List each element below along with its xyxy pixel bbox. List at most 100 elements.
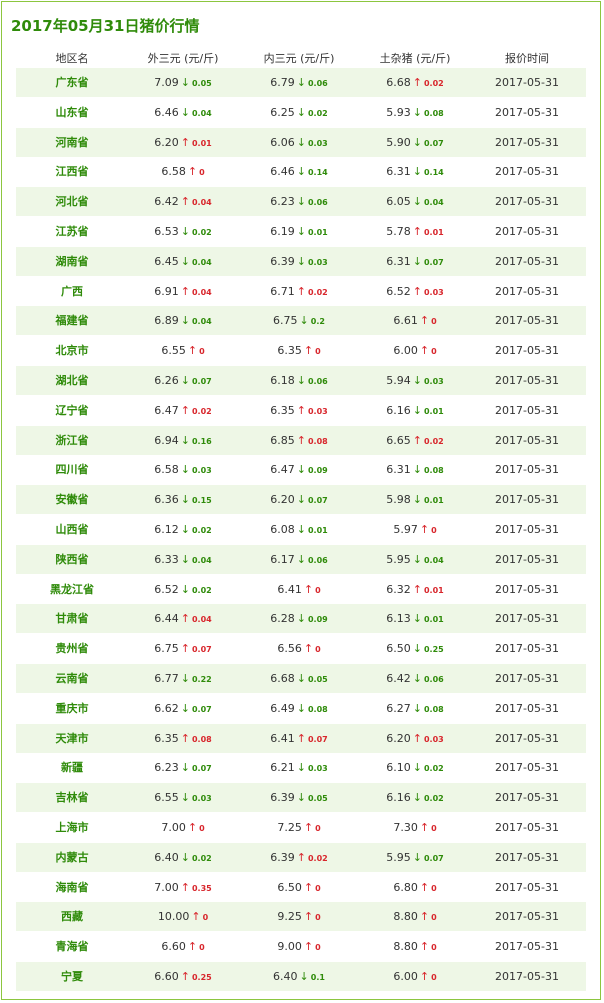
date-cell: 2017-05-31	[495, 135, 559, 149]
price-change: 0.05	[191, 79, 212, 88]
table-row: 重庆市 6.62 ↓ 0.07 6.49 ↓ 0.08 6.27 ↓ 0.08 2017-05-31	[16, 694, 586, 723]
region-cell[interactable]: 云南省	[56, 664, 89, 693]
price-value: 6.80	[393, 880, 418, 894]
table-row: 四川省 6.58 ↓ 0.03 6.47 ↓ 0.09 6.31 ↓ 0.08 2017-05-31	[16, 455, 586, 484]
region-cell[interactable]: 河南省	[56, 128, 89, 157]
region-cell[interactable]: 贵州省	[56, 634, 89, 663]
down-arrow-icon: ↓	[180, 105, 190, 119]
column-header-waisanyuan: 外三元 (元/斤)	[147, 52, 219, 65]
down-arrow-icon: ↓	[412, 463, 422, 477]
date-cell: 2017-05-31	[495, 821, 559, 834]
price-value: 6.47	[154, 403, 179, 417]
price-change: 0.01	[423, 496, 444, 506]
table-row: 山东省 6.46 ↓ 0.04 6.25 ↓ 0.02 5.93 ↓ 0.08 2017-05-31	[16, 98, 586, 127]
table-row: 内蒙古 6.40 ↓ 0.02 6.39 ↑ 0.02 5.95 ↓ 0.07 2017-05-31	[16, 842, 586, 872]
up-arrow-icon: ↑	[296, 731, 306, 745]
price-change: 0.02	[307, 108, 328, 118]
price-cell: 6.46 ↓ 0.04	[154, 98, 211, 127]
price-change: 0.02	[423, 436, 444, 446]
region-cell[interactable]: 海南省	[56, 873, 89, 902]
region-cell[interactable]: 安徽省	[56, 485, 89, 514]
price-value: 6.18	[270, 374, 295, 387]
region-cell[interactable]: 宁夏	[61, 962, 83, 991]
region-cell[interactable]: 辽宁省	[56, 396, 89, 425]
price-cell: 7.00 ↑ 0	[161, 813, 204, 842]
price-change: 0.02	[423, 764, 444, 774]
region-cell[interactable]: 陕西省	[56, 545, 89, 574]
price-value: 5.94	[386, 374, 411, 387]
price-cell: 10.00 ↑ 0	[158, 902, 208, 931]
region-cell[interactable]: 甘肃省	[56, 604, 89, 633]
down-arrow-icon: ↓	[296, 76, 306, 89]
table-row: 河北省 6.42 ↑ 0.04 6.23 ↓ 0.06 6.05 ↓ 0.04 2017-05-31	[16, 187, 586, 217]
date-cell: 2017-05-31	[495, 374, 559, 387]
region-cell[interactable]: 江苏省	[56, 217, 89, 246]
region-cell[interactable]: 西藏	[61, 902, 83, 931]
table-row: 陕西省 6.33 ↓ 0.04 6.17 ↓ 0.06 5.95 ↓ 0.04 2017-05-31	[16, 544, 586, 574]
price-change: 0.07	[423, 138, 444, 148]
price-cell: 6.47 ↑ 0.02	[154, 396, 211, 425]
region-cell[interactable]: 广西	[61, 277, 83, 306]
date-cell: 2017-05-31	[495, 701, 559, 715]
price-value: 6.68	[270, 672, 295, 685]
price-cell: 6.20 ↑ 0.01	[154, 128, 211, 157]
region-cell[interactable]: 四川省	[56, 455, 89, 484]
price-value: 6.46	[270, 165, 295, 179]
price-change: 0.08	[307, 436, 328, 446]
region-cell[interactable]: 内蒙古	[56, 843, 89, 872]
region-cell[interactable]: 广东省	[56, 68, 89, 97]
table-row: 云南省 6.77 ↓ 0.22 6.68 ↓ 0.05 6.42 ↓ 0.06 2017-05-31	[16, 664, 586, 693]
price-change: 0.07	[423, 853, 444, 863]
price-cell: 6.23 ↓ 0.07	[154, 753, 211, 782]
region-cell[interactable]: 湖南省	[56, 247, 89, 276]
price-value: 6.35	[277, 344, 302, 358]
price-cell: 6.49 ↓ 0.08	[270, 694, 327, 723]
region-cell[interactable]: 黑龙江省	[50, 575, 94, 604]
price-cell: 7.09 ↓ 0.05	[154, 68, 211, 97]
region-cell[interactable]: 湖北省	[56, 366, 89, 395]
region-cell[interactable]: 山东省	[56, 98, 89, 127]
price-change: 0.05	[307, 675, 328, 684]
region-cell[interactable]: 北京市	[56, 336, 89, 365]
region-cell[interactable]: 重庆市	[56, 694, 89, 723]
up-arrow-icon: ↑	[180, 195, 190, 209]
price-value: 6.23	[154, 761, 179, 775]
price-cell: 5.94 ↓ 0.03	[386, 366, 443, 395]
price-change: 0	[431, 943, 437, 953]
price-value: 6.52	[154, 582, 179, 596]
price-change: 0	[315, 645, 321, 655]
region-cell[interactable]: 江西省	[56, 157, 89, 186]
region-cell[interactable]: 吉林省	[56, 783, 89, 812]
price-value: 6.20	[154, 135, 179, 149]
up-arrow-icon: ↑	[180, 880, 190, 894]
region-cell[interactable]: 浙江省	[56, 426, 89, 455]
down-arrow-icon: ↓	[180, 552, 190, 566]
region-cell[interactable]: 山西省	[56, 515, 89, 544]
price-cell: 6.42 ↑ 0.04	[154, 187, 211, 216]
up-arrow-icon: ↑	[187, 821, 198, 834]
region-cell[interactable]: 河北省	[56, 187, 89, 216]
price-cell: 6.47 ↓ 0.09	[270, 455, 327, 484]
price-value: 5.78	[386, 225, 411, 238]
down-arrow-icon: ↓	[412, 552, 422, 566]
price-value: 6.58	[161, 165, 186, 179]
price-cell: 6.91 ↑ 0.04	[154, 277, 211, 306]
region-cell[interactable]: 青海省	[56, 932, 89, 961]
region-cell[interactable]: 天津市	[56, 724, 89, 753]
down-arrow-icon: ↓	[180, 225, 190, 238]
table-row: 黑龙江省 6.52 ↓ 0.02 6.41 ↑ 0 6.32 ↑ 0.01 2017-05-31	[16, 575, 586, 604]
up-arrow-icon: ↑	[187, 344, 198, 358]
region-cell[interactable]: 新疆	[61, 753, 83, 782]
up-arrow-icon: ↑	[296, 284, 306, 298]
region-cell[interactable]: 上海市	[56, 813, 89, 842]
price-cell: 5.78 ↑ 0.01	[386, 217, 443, 246]
up-arrow-icon: ↑	[303, 582, 314, 596]
down-arrow-icon: ↓	[296, 791, 306, 805]
date-cell: 2017-05-31	[495, 105, 559, 119]
date-cell: 2017-05-31	[495, 761, 559, 775]
price-change: 0.07	[191, 704, 212, 714]
region-cell[interactable]: 福建省	[56, 306, 89, 335]
price-cell: 6.16 ↓ 0.02	[386, 783, 443, 812]
up-arrow-icon: ↑	[412, 582, 422, 596]
down-arrow-icon: ↓	[296, 493, 306, 507]
